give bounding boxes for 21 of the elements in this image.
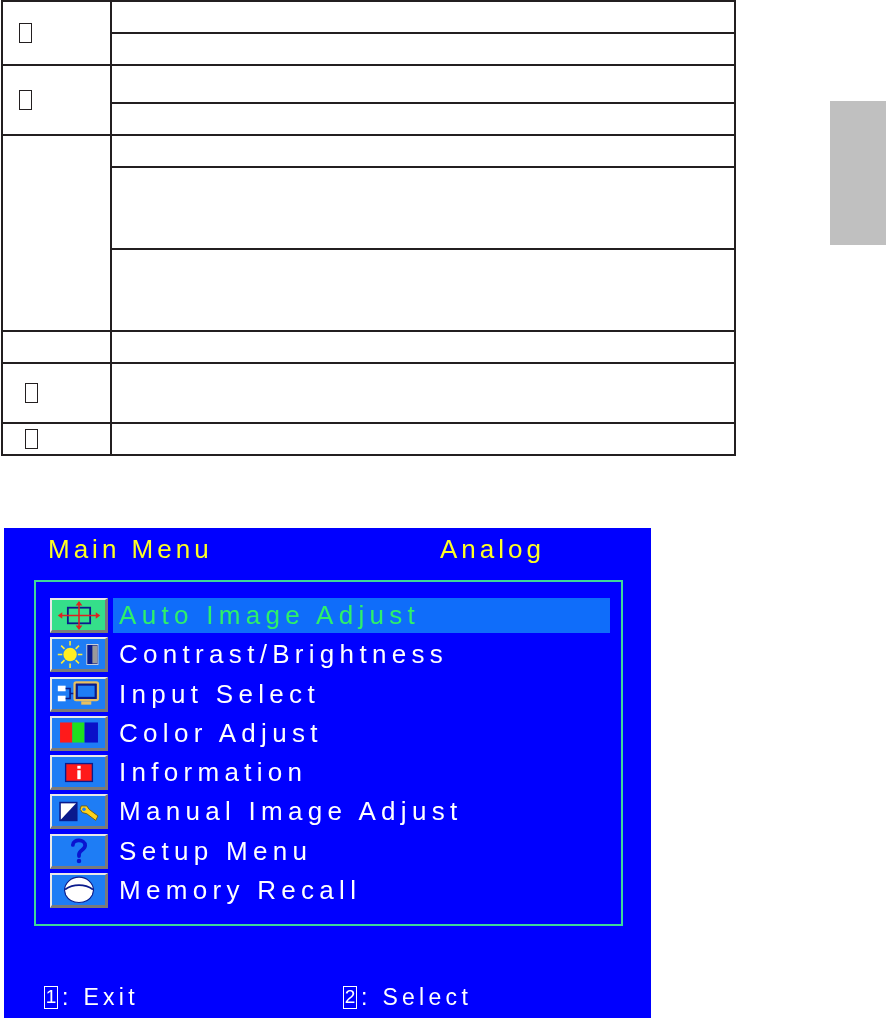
source-label: Analog [440, 534, 546, 564]
question-icon[interactable] [50, 833, 108, 869]
sun-contrast-icon[interactable] [50, 637, 108, 673]
menu-title: Main Menu [48, 534, 214, 564]
key-number: 2 [343, 985, 357, 1009]
menu-item[interactable]: Manual Image Adjust [113, 794, 610, 830]
key-number: 1 [44, 985, 58, 1009]
helmet-icon[interactable] [50, 873, 108, 909]
monitor-input-icon[interactable] [50, 676, 108, 712]
menu-item[interactable]: Information [113, 755, 610, 791]
menu-item[interactable]: Contrast/Brightness [113, 637, 610, 673]
menu-item[interactable]: Color Adjust [113, 715, 610, 751]
info-icon[interactable] [50, 755, 108, 791]
menu-item[interactable]: Input Select [113, 676, 610, 712]
key-hint: : Select [361, 984, 473, 1010]
key-hint: : Exit [62, 984, 139, 1010]
wrench-image-icon[interactable] [50, 794, 108, 830]
menu-item[interactable]: Memory Recall [113, 873, 610, 909]
color-bars-icon[interactable] [50, 715, 108, 751]
menu-item[interactable]: Setup Menu [113, 833, 610, 869]
crosshair-icon[interactable] [50, 598, 108, 633]
